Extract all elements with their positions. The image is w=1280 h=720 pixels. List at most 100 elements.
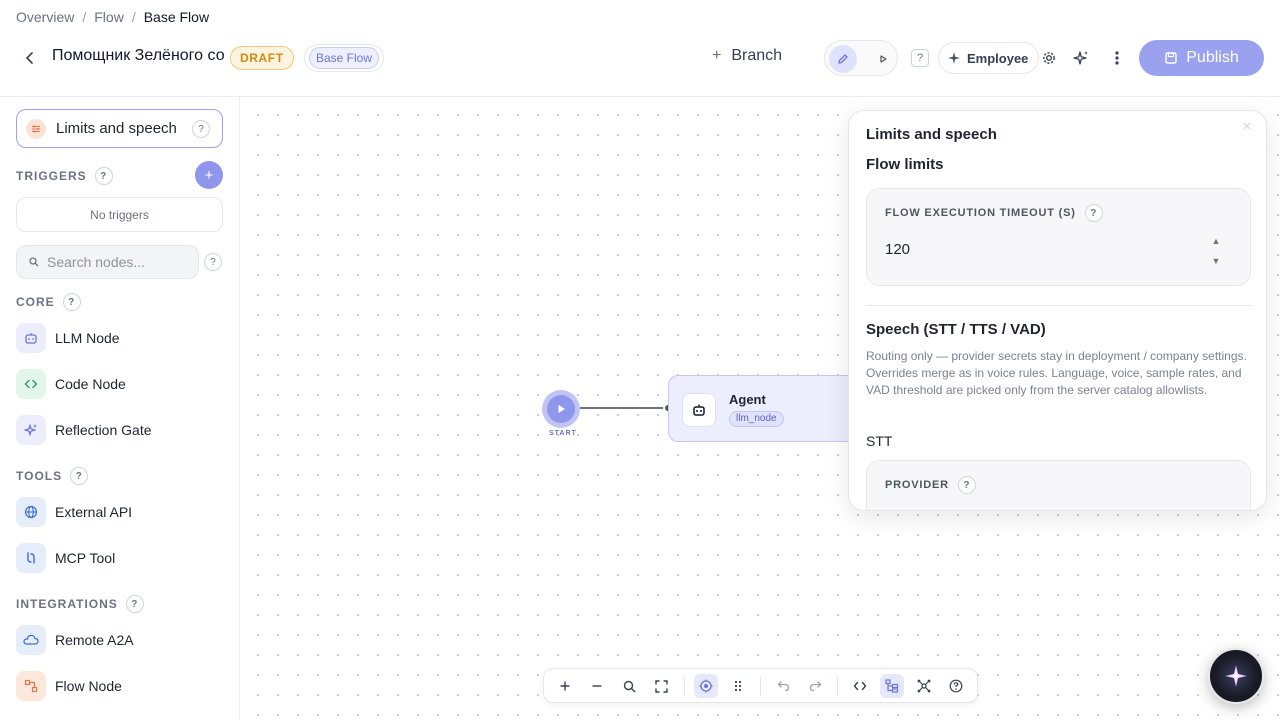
flow-title[interactable]: Помощник Зелёного со xyxy=(52,47,224,65)
help-icon[interactable]: ? xyxy=(911,49,929,67)
node-item-label: External API xyxy=(55,504,133,520)
ai-assistant-button[interactable] xyxy=(1208,648,1264,704)
provider-label: PROVIDER xyxy=(885,479,949,491)
employee-label: Employee xyxy=(967,50,1029,66)
limits-and-speech-label: Limits and speech xyxy=(56,120,177,137)
grip-icon xyxy=(734,680,742,692)
zoom-out-button[interactable] xyxy=(585,674,609,698)
node-item-label: Code Node xyxy=(55,376,126,392)
bot-icon xyxy=(16,323,46,353)
help-icon[interactable]: ? xyxy=(94,167,113,185)
pencil-icon xyxy=(838,54,848,64)
drag-handle-button[interactable] xyxy=(726,674,750,698)
sliders-icon xyxy=(26,118,46,139)
node-item-external-api[interactable]: External API xyxy=(16,496,132,528)
help-icon[interactable]: ? xyxy=(125,595,144,613)
flow-edge[interactable] xyxy=(580,407,668,409)
add-trigger-button[interactable]: + xyxy=(195,161,223,189)
agent-node-type-tag: llm_node xyxy=(729,411,784,427)
node-item-remote-a2a[interactable]: Remote A2A xyxy=(16,624,134,656)
sparkle-icon xyxy=(1225,665,1247,687)
ai-assist-button[interactable] xyxy=(1071,48,1091,68)
play-icon xyxy=(880,55,887,63)
zoom-in-button[interactable] xyxy=(553,674,577,698)
chevron-left-icon xyxy=(25,52,33,64)
node-item-mcp-tool[interactable]: MCP Tool xyxy=(16,542,115,574)
employee-button[interactable]: Employee xyxy=(938,42,1040,74)
close-icon[interactable] xyxy=(1238,117,1256,135)
agent-node[interactable]: Agent llm_node xyxy=(668,375,858,442)
more-menu-button[interactable] xyxy=(1107,48,1127,68)
code-view-button[interactable] xyxy=(848,674,872,698)
timeout-label: FLOW EXECUTION TIMEOUT (S) xyxy=(885,207,1076,219)
help-icon[interactable]: ? xyxy=(192,120,210,138)
breadcrumb-overview[interactable]: Overview xyxy=(16,9,74,25)
undo-button[interactable] xyxy=(771,674,795,698)
node-item-llm[interactable]: LLM Node xyxy=(16,322,120,354)
redo-button[interactable] xyxy=(803,674,827,698)
focus-button[interactable] xyxy=(694,674,718,698)
provider-field-card: PROVIDER ? xyxy=(866,460,1251,510)
settings-button[interactable] xyxy=(1039,48,1059,68)
header-bar: Помощник Зелёного со DRAFT Base Flow + B… xyxy=(0,40,1280,76)
search-canvas-button[interactable] xyxy=(617,674,641,698)
save-icon xyxy=(1165,52,1177,64)
breadcrumb: Overview / Flow / Base Flow xyxy=(16,9,209,25)
run-mode-button[interactable] xyxy=(869,45,897,73)
tree-layout-icon xyxy=(885,679,899,693)
sparkle-icon xyxy=(948,52,960,64)
node-search xyxy=(16,245,199,279)
branch-button[interactable]: + Branch xyxy=(712,47,782,65)
panel-title: Limits and speech xyxy=(866,126,997,143)
toolbar-divider xyxy=(684,677,685,696)
stepper-down-icon[interactable]: ▼ xyxy=(1202,251,1230,271)
back-button[interactable] xyxy=(20,48,40,68)
start-node[interactable] xyxy=(542,390,580,428)
node-item-label: Flow Node xyxy=(55,678,122,694)
breadcrumb-flow[interactable]: Flow xyxy=(94,9,124,25)
limits-and-speech-panel: Limits and speech Flow limits FLOW EXECU… xyxy=(848,110,1267,511)
toolbar-divider xyxy=(837,677,838,696)
canvas-toolbar xyxy=(543,668,978,703)
fit-view-button[interactable] xyxy=(649,674,673,698)
speech-heading: Speech (STT / TTS / VAD) xyxy=(866,321,1046,338)
tree-layout-button[interactable] xyxy=(880,674,904,698)
network-layout-button[interactable] xyxy=(912,674,936,698)
integrations-label: INTEGRATIONS xyxy=(16,597,118,611)
robot-icon xyxy=(693,404,705,416)
base-flow-badge-label: Base Flow xyxy=(309,47,380,69)
agent-node-icon-box xyxy=(682,393,716,427)
publish-button[interactable]: Publish xyxy=(1139,40,1264,76)
gear-icon xyxy=(1043,52,1055,64)
plus-icon xyxy=(560,681,570,691)
node-item-code[interactable]: Code Node xyxy=(16,368,126,400)
help-icon[interactable]: ? xyxy=(957,476,976,494)
timeout-input[interactable]: 120 xyxy=(885,241,910,258)
help-circle-icon xyxy=(949,679,963,693)
help-icon[interactable]: ? xyxy=(62,293,81,311)
search-icon xyxy=(623,680,635,692)
stepper-up-icon[interactable]: ▲ xyxy=(1202,231,1230,251)
node-item-reflection-gate[interactable]: Reflection Gate xyxy=(16,414,152,446)
base-flow-badge[interactable]: Base Flow xyxy=(304,44,385,72)
code-icon xyxy=(16,369,46,399)
help-icon[interactable]: ? xyxy=(1084,204,1103,222)
search-icon xyxy=(29,257,39,267)
sparkle-icon xyxy=(16,415,46,445)
node-item-flow-node[interactable]: Flow Node xyxy=(16,670,122,702)
limits-and-speech-button[interactable]: Limits and speech ? xyxy=(16,109,223,148)
redo-icon xyxy=(809,681,821,692)
start-node-inner xyxy=(547,395,575,423)
help-icon[interactable]: ? xyxy=(204,253,222,271)
more-vertical-icon xyxy=(1115,51,1119,65)
search-input[interactable] xyxy=(47,254,187,270)
help-button[interactable] xyxy=(944,674,968,698)
breadcrumb-current: Base Flow xyxy=(143,9,210,25)
edit-mode-button[interactable] xyxy=(829,45,857,73)
timeout-stepper: ▲ ▼ xyxy=(1202,231,1230,271)
help-icon[interactable]: ? xyxy=(70,467,89,485)
minus-icon xyxy=(592,685,602,687)
node-item-label: Reflection Gate xyxy=(55,422,152,438)
publish-label: Publish xyxy=(1186,49,1239,66)
workflow-icon xyxy=(16,671,46,701)
